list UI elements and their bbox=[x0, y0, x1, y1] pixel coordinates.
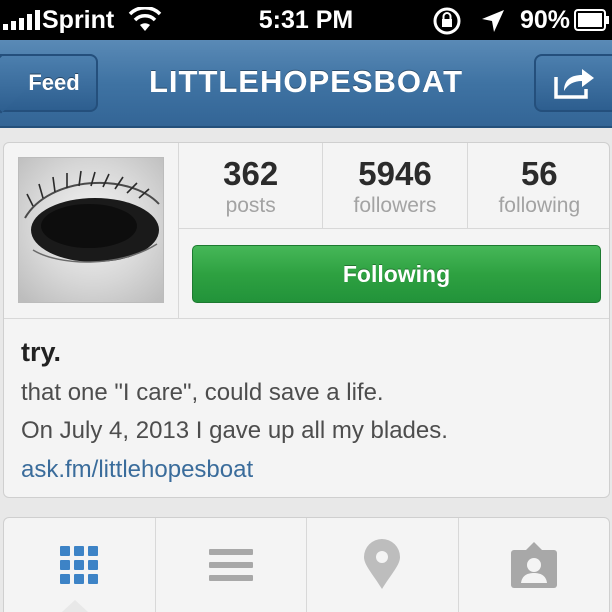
share-button[interactable] bbox=[534, 54, 612, 112]
tab-list-view[interactable] bbox=[156, 518, 307, 612]
posts-stat[interactable]: 362 posts bbox=[179, 143, 324, 228]
tagged-photos-icon bbox=[510, 542, 557, 588]
posts-label: posts bbox=[225, 194, 276, 217]
followers-stat[interactable]: 5946 followers bbox=[323, 143, 468, 228]
back-button-label: Feed bbox=[28, 70, 80, 95]
page-title: LITTLEHOPESBOAT bbox=[148, 64, 464, 99]
profile-stats: 362 posts 5946 followers 56 following bbox=[179, 143, 609, 229]
active-tab-indicator bbox=[62, 600, 88, 612]
battery-icon bbox=[574, 9, 609, 31]
profile-screen: Sprint 5:31 PM 90% Feed LITTLEHOPESBOAT bbox=[0, 0, 612, 612]
posts-count: 362 bbox=[223, 155, 279, 192]
grid-icon bbox=[60, 546, 99, 584]
following-button[interactable]: Following bbox=[192, 245, 601, 303]
followers-label: followers bbox=[353, 194, 437, 217]
following-stat[interactable]: 56 following bbox=[468, 143, 609, 228]
status-bar: Sprint 5:31 PM 90% bbox=[0, 0, 612, 40]
tab-tagged-photos[interactable] bbox=[459, 518, 610, 612]
eye-photo bbox=[19, 158, 163, 302]
following-label: following bbox=[498, 194, 581, 217]
location-pin-icon bbox=[364, 539, 401, 589]
tab-photo-map[interactable] bbox=[307, 518, 459, 612]
battery-percentage: 90% bbox=[520, 6, 571, 34]
profile-card: 362 posts 5946 followers 56 following Fo… bbox=[3, 142, 610, 498]
bio-divider bbox=[4, 318, 609, 319]
profile-name: try. bbox=[21, 337, 62, 367]
bio-line: that one "I care", could save a life. bbox=[21, 379, 384, 406]
bio-website-link[interactable]: ask.fm/littlehopesboat bbox=[21, 456, 253, 484]
share-icon bbox=[554, 69, 594, 99]
following-count: 56 bbox=[520, 155, 558, 192]
profile-view-tabs bbox=[3, 517, 610, 612]
tab-grid-view[interactable] bbox=[4, 518, 156, 612]
followers-count: 5946 bbox=[358, 155, 432, 192]
location-services-icon bbox=[482, 10, 504, 32]
list-icon bbox=[208, 549, 253, 581]
rotation-lock-icon bbox=[433, 7, 461, 35]
profile-avatar[interactable] bbox=[18, 157, 164, 303]
navigation-bar: Feed LITTLEHOPESBOAT bbox=[0, 40, 612, 128]
bio-line: On July 4, 2013 I gave up all my blades. bbox=[21, 417, 448, 444]
